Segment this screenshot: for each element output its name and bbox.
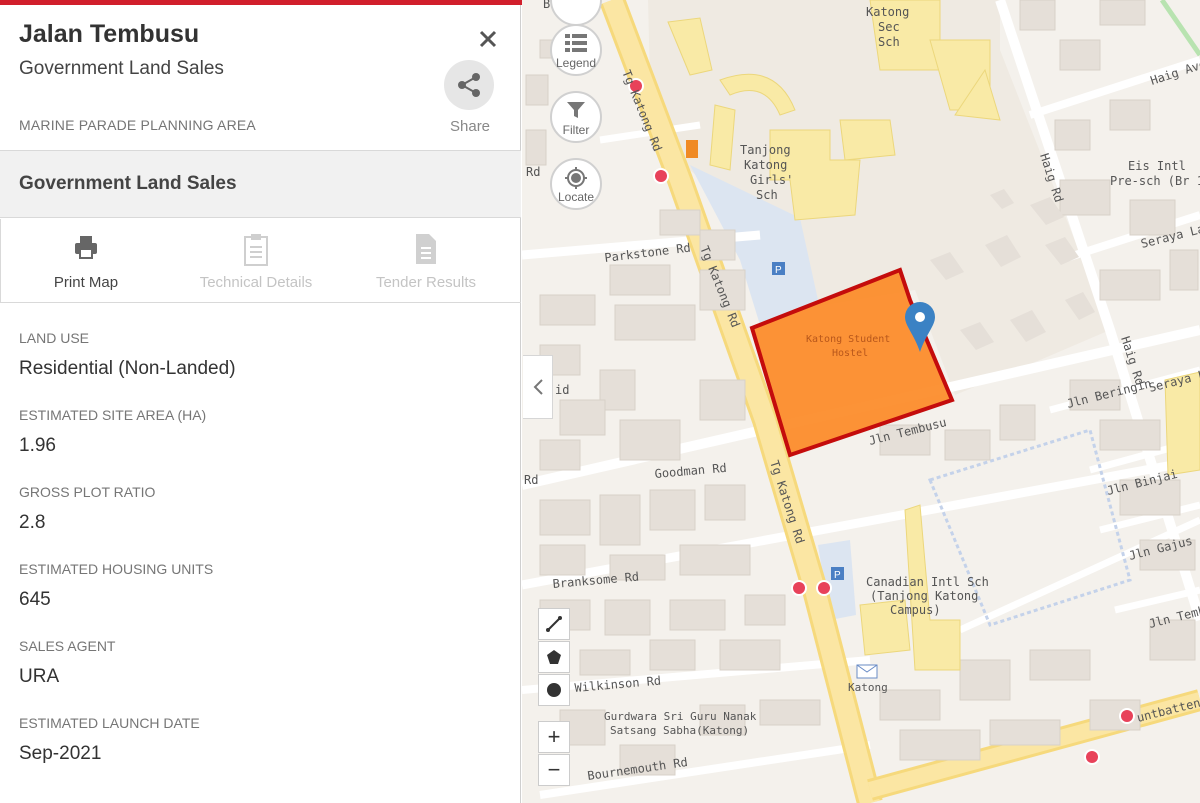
- poi-label: Canadian Intl Sch: [866, 575, 989, 589]
- road-label: Rd: [524, 473, 538, 487]
- school-label: Sch: [878, 35, 900, 49]
- poi-label: Eis Intl: [1128, 159, 1186, 173]
- filter-icon: [567, 102, 585, 118]
- svg-text:P: P: [775, 265, 782, 276]
- field-label: GROSS PLOT RATIO: [19, 484, 156, 500]
- poi-label: Satsang Sabha(Katong): [610, 724, 749, 737]
- site-details: LAND USE Residential (Non-Landed) ESTIMA…: [19, 330, 236, 792]
- locate-icon: [565, 167, 587, 189]
- poi-label: Pre-sch (Br 1): [1110, 174, 1200, 188]
- school-label: Sch: [756, 188, 778, 202]
- share-icon: [458, 73, 480, 97]
- map-canvas[interactable]: P P Katong Student Hostel Katong Sec Sch…: [522, 0, 1200, 803]
- field-label: LAND USE: [19, 330, 90, 346]
- field-launch-date: ESTIMATED LAUNCH DATE Sep-2021: [19, 715, 236, 792]
- school-label: Katong: [866, 5, 909, 19]
- school-label: Girls': [750, 173, 793, 187]
- field-site-area: ESTIMATED SITE AREA (HA) 1.96: [19, 407, 236, 484]
- section-header: Government Land Sales: [0, 150, 521, 218]
- poi-label: Campus): [890, 603, 941, 617]
- school-label: Sec: [878, 20, 900, 34]
- technical-details-button[interactable]: Technical Details: [171, 219, 341, 303]
- section-title: Government Land Sales: [19, 173, 237, 194]
- measure-line-tool[interactable]: [538, 608, 570, 640]
- tender-results-label: Tender Results: [375, 274, 477, 291]
- close-icon: [479, 30, 497, 48]
- line-draw-icon: [546, 616, 562, 632]
- road-label: id: [555, 383, 569, 397]
- share-button[interactable]: [444, 60, 494, 110]
- chevron-left-icon: [533, 379, 543, 395]
- tender-results-button[interactable]: Tender Results: [341, 219, 511, 303]
- field-sales-agent: SALES AGENT URA: [19, 638, 236, 715]
- field-plot-ratio: GROSS PLOT RATIO 2.8: [19, 484, 236, 561]
- locate-label: Locate: [557, 190, 595, 204]
- planning-area: MARINE PARADE PLANNING AREA: [19, 117, 256, 133]
- legend-button[interactable]: Legend: [550, 24, 602, 76]
- print-map-button[interactable]: Print Map: [1, 219, 171, 303]
- field-value: 1.96: [19, 435, 56, 456]
- poi-label: Gurdwara Sri Guru Nanak: [604, 710, 757, 723]
- close-button[interactable]: [476, 26, 500, 52]
- field-value: 2.8: [19, 512, 46, 533]
- top-accent-bar: [0, 0, 524, 5]
- panel-subtitle: Government Land Sales: [19, 58, 224, 79]
- panel-title: Jalan Tembusu: [19, 20, 200, 48]
- svg-text:P: P: [834, 570, 841, 581]
- locate-button[interactable]: Locate: [550, 158, 602, 210]
- legend-label: Legend: [555, 56, 597, 70]
- zoom-out-button[interactable]: −: [538, 754, 570, 786]
- map-view[interactable]: P P Katong Student Hostel Katong Sec Sch…: [522, 0, 1200, 803]
- zoom-in-button[interactable]: +: [538, 721, 570, 753]
- printer-icon: [75, 236, 97, 259]
- filter-label: Filter: [562, 123, 590, 137]
- action-bar: Print Map Technical Details Tender Resul…: [0, 219, 521, 303]
- site-label: Hostel: [832, 348, 868, 359]
- road-label: Rd: [526, 165, 540, 179]
- school-label: Tanjong: [740, 143, 791, 157]
- print-map-label: Print Map: [53, 274, 119, 291]
- field-label: SALES AGENT: [19, 638, 116, 654]
- field-value: URA: [19, 666, 60, 687]
- document-icon: [416, 234, 436, 264]
- site-label: Katong Student: [806, 334, 890, 345]
- pentagon-icon: [547, 650, 561, 664]
- draw-circle-tool[interactable]: [538, 674, 570, 706]
- share-label: Share: [450, 118, 491, 135]
- field-housing-units: ESTIMATED HOUSING UNITS 645: [19, 561, 236, 638]
- list-icon: [565, 34, 587, 52]
- field-label: ESTIMATED LAUNCH DATE: [19, 715, 200, 731]
- field-value: Sep-2021: [19, 743, 102, 764]
- filter-button[interactable]: Filter: [550, 91, 602, 143]
- field-label: ESTIMATED HOUSING UNITS: [19, 561, 214, 577]
- circle-icon: [547, 683, 561, 697]
- collapse-panel-button[interactable]: [523, 355, 553, 419]
- technical-details-label: Technical Details: [199, 274, 313, 291]
- field-land-use: LAND USE Residential (Non-Landed): [19, 330, 236, 407]
- draw-polygon-tool[interactable]: [538, 641, 570, 673]
- detail-panel: Jalan Tembusu Government Land Sales MARI…: [0, 0, 521, 803]
- school-label: Katong: [744, 158, 787, 172]
- clipboard-icon: [244, 234, 268, 266]
- poi-label: (Tanjong Katong: [870, 589, 978, 603]
- field-value: 645: [19, 589, 51, 610]
- field-label: ESTIMATED SITE AREA (HA): [19, 407, 207, 423]
- poi-label: Katong: [848, 681, 888, 694]
- field-value: Residential (Non-Landed): [19, 358, 236, 379]
